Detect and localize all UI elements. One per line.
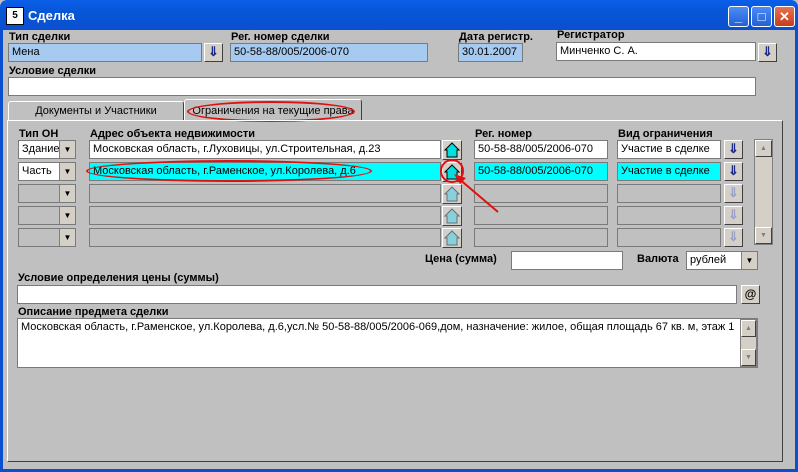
download-arrow-icon: ⇓ [728,229,739,244]
row4-kind-dropdown-button[interactable]: ⇓ [724,206,743,225]
description-label: Описание предмета сделки [18,306,169,318]
condition-label: Условие сделки [9,65,97,77]
row5-type-select[interactable]: ▼ [18,228,76,247]
tab-documents-participants[interactable]: Документы и Участники [8,101,184,121]
chevron-down-icon: ▼ [59,229,75,246]
scroll-up-icon[interactable]: ▲ [755,140,772,157]
close-icon: ✕ [779,9,790,24]
reg-number-label: Рег. номер сделки [231,31,330,43]
row3-address-field[interactable] [89,184,441,203]
minimize-button[interactable]: _ [728,6,749,27]
row4-kind-field[interactable] [617,206,721,225]
price-field[interactable] [511,251,623,270]
app-icon: 5 [6,7,24,25]
scroll-up-icon[interactable]: ▲ [741,320,756,337]
maximize-icon: □ [757,9,766,24]
row5-kind-dropdown-button[interactable]: ⇓ [724,228,743,247]
row5-kind-field[interactable] [617,228,721,247]
col-reg-header: Рег. номер [475,128,532,140]
chevron-down-icon: ▼ [59,163,75,180]
row4-address-field[interactable] [89,206,441,225]
row1-address-field[interactable]: Московская область, г.Луховицы, ул.Строи… [89,140,441,159]
row1-reg-field[interactable]: 50-58-88/005/2006-070 [474,140,608,159]
registrar-label: Регистратор [557,29,625,41]
reg-date-field[interactable]: 30.01.2007 [458,43,523,62]
reg-date-label: Дата регистр. [459,31,533,43]
download-arrow-icon: ⇓ [728,141,739,156]
home-icon [444,230,460,246]
main-window: 5 Сделка _ □ ✕ Тип сделки Мена ⇓ Рег. но… [0,0,798,472]
price-condition-label: Условие определения цены (суммы) [18,272,219,284]
window-title: Сделка [28,8,75,23]
condition-field[interactable] [8,77,756,96]
col-address-header: Адрес объекта недвижимости [90,128,256,140]
registrar-dropdown-button[interactable]: ⇓ [758,43,777,62]
row1-type-value: Здание [22,143,60,155]
row1-kind-dropdown-button[interactable]: ⇓ [724,140,743,159]
row1-home-button[interactable] [442,140,462,160]
download-arrow-icon: ⇓ [208,44,219,59]
col-kind-header: Вид ограничения [618,128,713,140]
annotation-arrow [454,174,499,213]
grid-scrollbar[interactable]: ▲ ▼ [754,139,773,245]
tab-restrictions[interactable]: Ограничения на текущие права [184,99,362,121]
row3-kind-field[interactable] [617,184,721,203]
download-arrow-icon: ⇓ [728,207,739,222]
chevron-down-icon: ▼ [59,207,75,224]
registrar-field[interactable]: Минченко С. А. [556,42,756,61]
title-bar[interactable]: 5 Сделка _ □ ✕ [0,0,798,30]
minimize-icon: _ [734,9,743,24]
row1-type-select[interactable]: Здание ▼ [18,140,76,159]
row3-kind-dropdown-button[interactable]: ⇓ [724,184,743,203]
chevron-down-icon: ▼ [59,141,75,158]
close-button[interactable]: ✕ [774,6,795,27]
home-icon [444,142,460,158]
row2-kind-dropdown-button[interactable]: ⇓ [724,162,743,181]
download-arrow-icon: ⇓ [728,163,739,178]
row2-address-field[interactable]: Московская область, г.Раменское, ул.Коро… [89,162,441,181]
scroll-down-icon[interactable]: ▼ [755,227,772,244]
maximize-button[interactable]: □ [751,6,772,27]
row1-kind-field[interactable]: Участие в сделке [617,140,721,159]
description-field[interactable]: Московская область, г.Раменское, ул.Коро… [17,318,758,368]
deal-type-dropdown-button[interactable]: ⇓ [204,43,223,62]
col-type-header: Тип ОН [19,128,59,140]
price-label: Цена (сумма) [425,253,497,265]
row2-type-select[interactable]: Часть ▼ [18,162,76,181]
price-condition-at-button[interactable]: @ [741,285,760,304]
description-scrollbar[interactable]: ▲ ▼ [740,319,757,367]
currency-label: Валюта [637,253,679,265]
row2-type-value: Часть [22,165,52,177]
currency-value: рублей [690,254,727,266]
reg-number-field[interactable]: 50-58-88/005/2006-070 [230,43,428,62]
deal-type-field[interactable]: Мена [8,43,202,62]
row3-type-select[interactable]: ▼ [18,184,76,203]
price-condition-field[interactable] [17,285,737,304]
row5-home-button[interactable] [442,228,462,248]
description-value: Московская область, г.Раменское, ул.Коро… [21,321,735,333]
download-arrow-icon: ⇓ [762,44,773,59]
row5-address-field[interactable] [89,228,441,247]
download-arrow-icon: ⇓ [728,185,739,200]
chevron-down-icon: ▼ [741,252,757,269]
row5-reg-field[interactable] [474,228,608,247]
row2-kind-field[interactable]: Участие в сделке [617,162,721,181]
deal-type-label: Тип сделки [9,31,71,43]
scroll-down-icon[interactable]: ▼ [741,349,756,366]
chevron-down-icon: ▼ [59,185,75,202]
currency-select[interactable]: рублей ▼ [686,251,758,270]
row4-type-select[interactable]: ▼ [18,206,76,225]
